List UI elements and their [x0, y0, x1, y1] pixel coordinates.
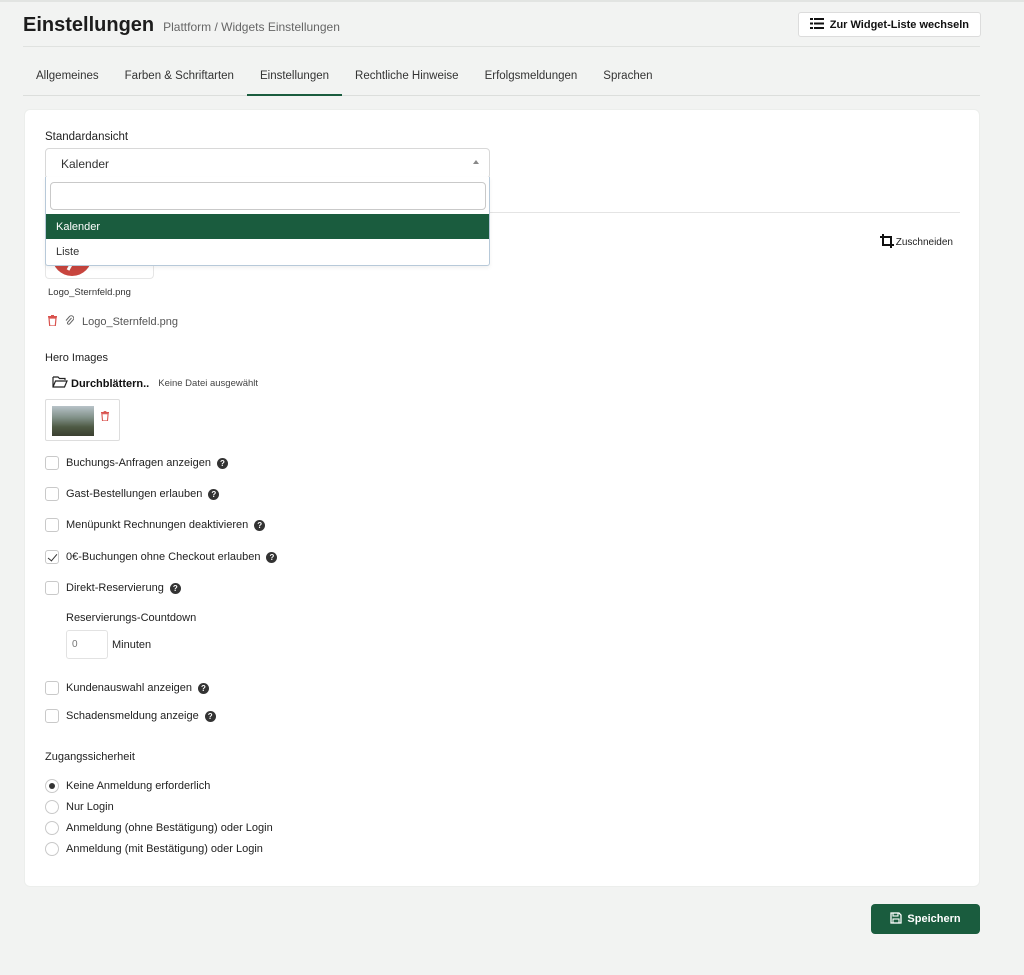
page-header: Einstellungen Plattform / Widgets Einste…: [23, 14, 340, 37]
checkbox-null-euro-buchungen[interactable]: [45, 550, 59, 564]
standard-view-label: Standardansicht: [45, 131, 129, 143]
crop-label: Zuschneiden: [895, 237, 953, 248]
checkbox-schadensmeldung[interactable]: [45, 709, 59, 723]
dropdown-option-liste[interactable]: Liste: [46, 239, 489, 264]
checkbox-label: Gast-Bestellungen erlauben: [66, 488, 203, 500]
checkbox-buchungs-anfragen[interactable]: [45, 456, 59, 470]
help-icon[interactable]: ?: [169, 582, 181, 594]
tab-rechtliche-hinweise[interactable]: Rechtliche Hinweise: [342, 58, 472, 95]
checkbox-direkt-reservierung[interactable]: [45, 581, 59, 595]
help-icon[interactable]: ?: [204, 710, 216, 722]
countdown-input[interactable]: [66, 630, 108, 659]
tab-farben-schriftarten[interactable]: Farben & Schriftarten: [112, 58, 247, 95]
radio-nur-login[interactable]: [45, 800, 59, 814]
hero-image-thumbnail: [52, 406, 94, 436]
countdown-label: Reservierungs-Countdown: [66, 612, 197, 624]
checkbox-row-rechnungen-deaktivieren: Menüpunkt Rechnungen deaktivieren ?: [45, 518, 266, 532]
standard-view-value: Kalender: [61, 157, 110, 171]
checkbox-label: Kundenauswahl anzeigen: [66, 682, 192, 694]
crop-icon: [879, 234, 894, 251]
hero-browse-row: Durchblättern.. Keine Datei ausgewählt: [52, 376, 258, 391]
checkbox-row-direkt-reservierung: Direkt-Reservierung ?: [45, 581, 181, 595]
checkbox-row-null-euro-buchungen: 0€-Buchungen ohne Checkout erlauben ?: [45, 550, 278, 564]
help-icon[interactable]: ?: [208, 488, 220, 500]
radio-label: Anmeldung (ohne Bestätigung) oder Login: [66, 822, 273, 834]
page-title: Einstellungen: [23, 14, 155, 36]
radio-anmeldung-ohne-bestaetigung[interactable]: [45, 821, 59, 835]
logo-attachment-link[interactable]: Logo_Sternfeld.png: [82, 316, 178, 328]
tab-einstellungen[interactable]: Einstellungen: [246, 58, 343, 96]
help-icon[interactable]: ?: [266, 551, 278, 563]
caret-up-icon: [473, 160, 479, 164]
checkbox-gast-bestellungen[interactable]: [45, 487, 59, 501]
hero-image-item: [45, 399, 120, 441]
radio-row-anmeldung-mit-bestaetigung: Anmeldung (mit Bestätigung) oder Login: [45, 842, 263, 856]
hero-images-label: Hero Images: [45, 352, 108, 364]
crop-button[interactable]: Zuschneiden: [879, 234, 953, 251]
dropdown-search-input[interactable]: [50, 182, 486, 210]
trash-icon[interactable]: [48, 315, 57, 329]
checkbox-rechnungen-deaktivieren[interactable]: [45, 518, 59, 532]
radio-row-nur-login: Nur Login: [45, 800, 114, 814]
tab-sprachen[interactable]: Sprachen: [590, 58, 665, 95]
checkbox-label: 0€-Buchungen ohne Checkout erlauben: [66, 551, 261, 563]
countdown-row: Minuten: [66, 630, 151, 659]
tab-allgemeines[interactable]: Allgemeines: [23, 58, 112, 95]
checkbox-row-kundenauswahl: Kundenauswahl anzeigen ?: [45, 681, 209, 695]
checkbox-kundenauswahl[interactable]: [45, 681, 59, 695]
standard-view-dropdown: Kalender Liste: [45, 177, 490, 266]
radio-label: Anmeldung (mit Bestätigung) oder Login: [66, 843, 263, 855]
checkbox-row-buchungs-anfragen: Buchungs-Anfragen anzeigen ?: [45, 456, 228, 470]
hero-browse-button[interactable]: Durchblättern..: [71, 378, 149, 390]
trash-icon[interactable]: [101, 411, 109, 424]
breadcrumb: Plattform / Widgets Einstellungen: [163, 20, 340, 34]
checkbox-row-gast-bestellungen: Gast-Bestellungen erlauben ?: [45, 487, 220, 501]
save-icon: [890, 911, 903, 927]
logo-attachment-row: Logo_Sternfeld.png: [48, 315, 178, 329]
widget-list-button[interactable]: Zur Widget-Liste wechseln: [797, 12, 981, 37]
settings-card: Standardansicht Kalender Kalender Liste …: [24, 109, 980, 887]
list-icon: [809, 17, 824, 32]
widget-list-button-label: Zur Widget-Liste wechseln: [829, 18, 969, 31]
help-icon[interactable]: ?: [254, 519, 266, 531]
hero-no-file: Keine Datei ausgewählt: [158, 378, 259, 389]
checkbox-label: Direkt-Reservierung: [66, 582, 164, 594]
radio-row-anmeldung-ohne-bestaetigung: Anmeldung (ohne Bestätigung) oder Login: [45, 821, 273, 835]
folder-open-icon: [52, 376, 68, 391]
checkbox-row-schadensmeldung: Schadensmeldung anzeige ?: [45, 709, 216, 723]
checkbox-label: Buchungs-Anfragen anzeigen: [66, 457, 211, 469]
radio-keine-anmeldung[interactable]: [45, 779, 59, 793]
standard-view-select[interactable]: Kalender: [45, 148, 490, 179]
save-label: Speichern: [907, 913, 961, 925]
tab-bar: Allgemeines Farben & Schriftarten Einste…: [23, 58, 980, 96]
tab-erfolgsmeldungen[interactable]: Erfolgsmeldungen: [472, 58, 591, 95]
logo-filename: Logo_Sternfeld.png: [48, 287, 131, 298]
help-icon[interactable]: ?: [216, 457, 228, 469]
radio-label: Keine Anmeldung erforderlich: [66, 780, 211, 792]
paperclip-icon: [65, 315, 75, 329]
checkbox-label: Schadensmeldung anzeige: [66, 710, 199, 722]
radio-label: Nur Login: [66, 801, 114, 813]
access-security-label: Zugangssicherheit: [45, 751, 135, 763]
help-icon[interactable]: ?: [198, 682, 209, 694]
countdown-unit: Minuten: [112, 638, 152, 651]
header-divider: [23, 46, 980, 47]
dropdown-option-kalender[interactable]: Kalender: [46, 214, 489, 239]
top-border: [0, 0, 1024, 2]
radio-anmeldung-mit-bestaetigung[interactable]: [45, 842, 59, 856]
save-button[interactable]: Speichern: [871, 904, 980, 934]
radio-row-keine-anmeldung: Keine Anmeldung erforderlich: [45, 779, 210, 793]
checkbox-label: Menüpunkt Rechnungen deaktivieren: [66, 519, 249, 531]
